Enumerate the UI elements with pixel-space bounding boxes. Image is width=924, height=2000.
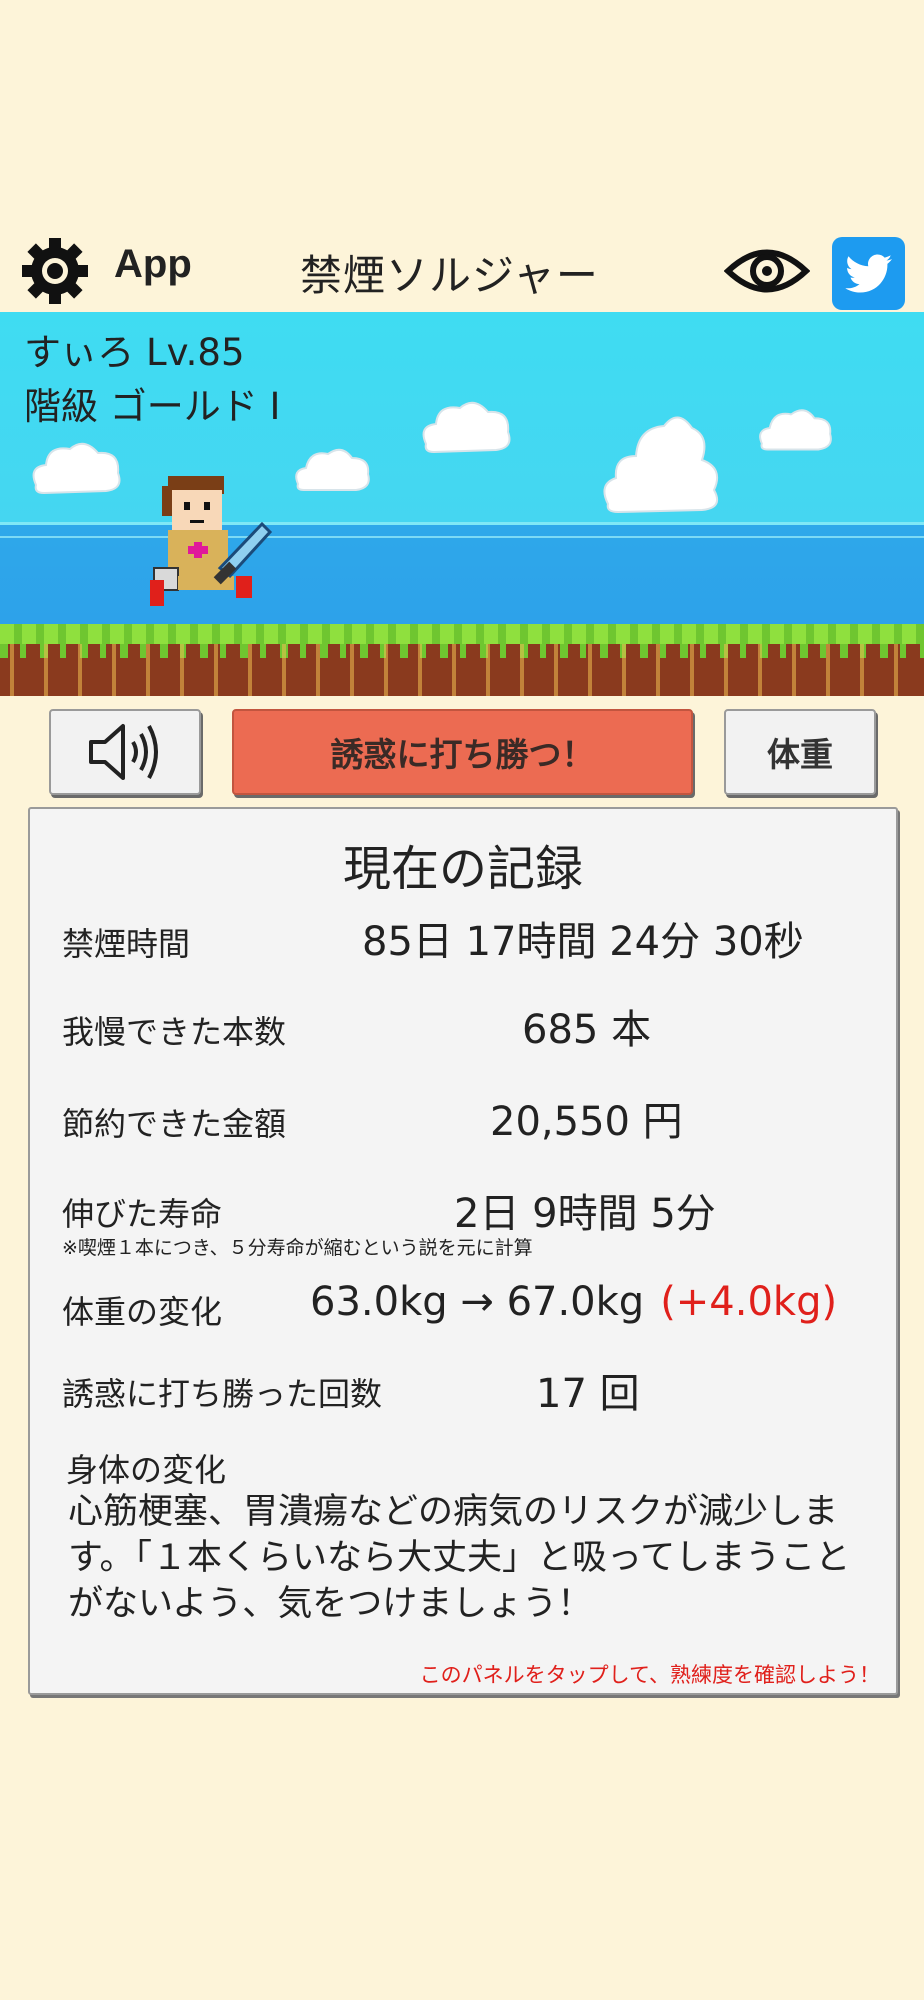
player-info: すぃろ Lv.85 階級 ゴールド I [24, 326, 280, 434]
cloud-icon [422, 401, 511, 454]
money-saved-label: 節約できた金額 [62, 1105, 287, 1143]
body-change-text: 心筋梗塞、胃潰瘍などの病気のリスクが減少します。「１本くらいなら大丈夫」と吸って… [68, 1492, 851, 1624]
money-saved-value: 20,550 円 [490, 1099, 683, 1145]
game-scene: すぃろ Lv.85 階級 ゴールド I [0, 312, 924, 696]
app-header: App 禁煙ソルジャー [0, 228, 924, 312]
gear-icon[interactable] [20, 236, 90, 306]
wave-line [0, 536, 924, 538]
grass-strip [0, 624, 924, 644]
cloud-icon [295, 448, 370, 491]
record-panel[interactable]: 現在の記録 禁煙時間 85日 17時間 24分 30秒 我慢できた本数 685 … [28, 807, 898, 1695]
weight-change-row: 63.0kg → 67.0kg (+4.0kg) [310, 1279, 837, 1325]
lifespan-note: ※喫煙１本につき、５分寿命が縮むという説を元に計算 [62, 1237, 533, 1259]
temptation-count-label: 誘惑に打ち勝った回数 [62, 1375, 383, 1413]
horizon-line [0, 522, 924, 525]
weight-change-value: 63.0kg → 67.0kg [310, 1279, 645, 1325]
temptation-count-value: 17 回 [536, 1371, 640, 1417]
tap-hint: このパネルをタップして、熟練度を確認しよう！ [419, 1663, 880, 1687]
cloud-icon [32, 442, 121, 495]
app-button[interactable]: App [114, 242, 192, 287]
twitter-icon [844, 254, 892, 292]
dirt-strip [0, 644, 924, 696]
cigarettes-avoided-label: 我慢できた本数 [62, 1013, 287, 1051]
quit-time-value: 85日 17時間 24分 30秒 [362, 919, 804, 965]
life-extended-label: 伸びた寿命 [62, 1195, 223, 1233]
player-name-level: すぃろ Lv.85 [24, 331, 245, 374]
weight-delta: (+4.0kg) [660, 1279, 838, 1325]
weight-change-label: 体重の変化 [62, 1293, 223, 1331]
body-change-title: 身体の変化 [66, 1451, 227, 1489]
app-title: 禁煙ソルジャー [300, 251, 599, 300]
cigarettes-avoided-value: 685 本 [522, 1007, 652, 1053]
soldier-character [150, 476, 273, 606]
twitter-button[interactable] [832, 237, 905, 310]
resist-temptation-button[interactable]: 誘惑に打ち勝つ！ [232, 709, 693, 795]
cloud-icon [603, 416, 718, 514]
eye-icon[interactable] [724, 242, 810, 300]
cloud-icon [759, 409, 832, 451]
player-rank: 階級 ゴールド I [24, 385, 281, 428]
weight-button[interactable]: 体重 [724, 709, 876, 795]
quit-time-label: 禁煙時間 [62, 925, 191, 963]
speaker-icon [89, 724, 158, 780]
sound-toggle-button[interactable] [49, 709, 201, 795]
life-extended-value: 2日 9時間 5分 [454, 1191, 716, 1237]
panel-title: 現在の記録 [342, 841, 583, 897]
